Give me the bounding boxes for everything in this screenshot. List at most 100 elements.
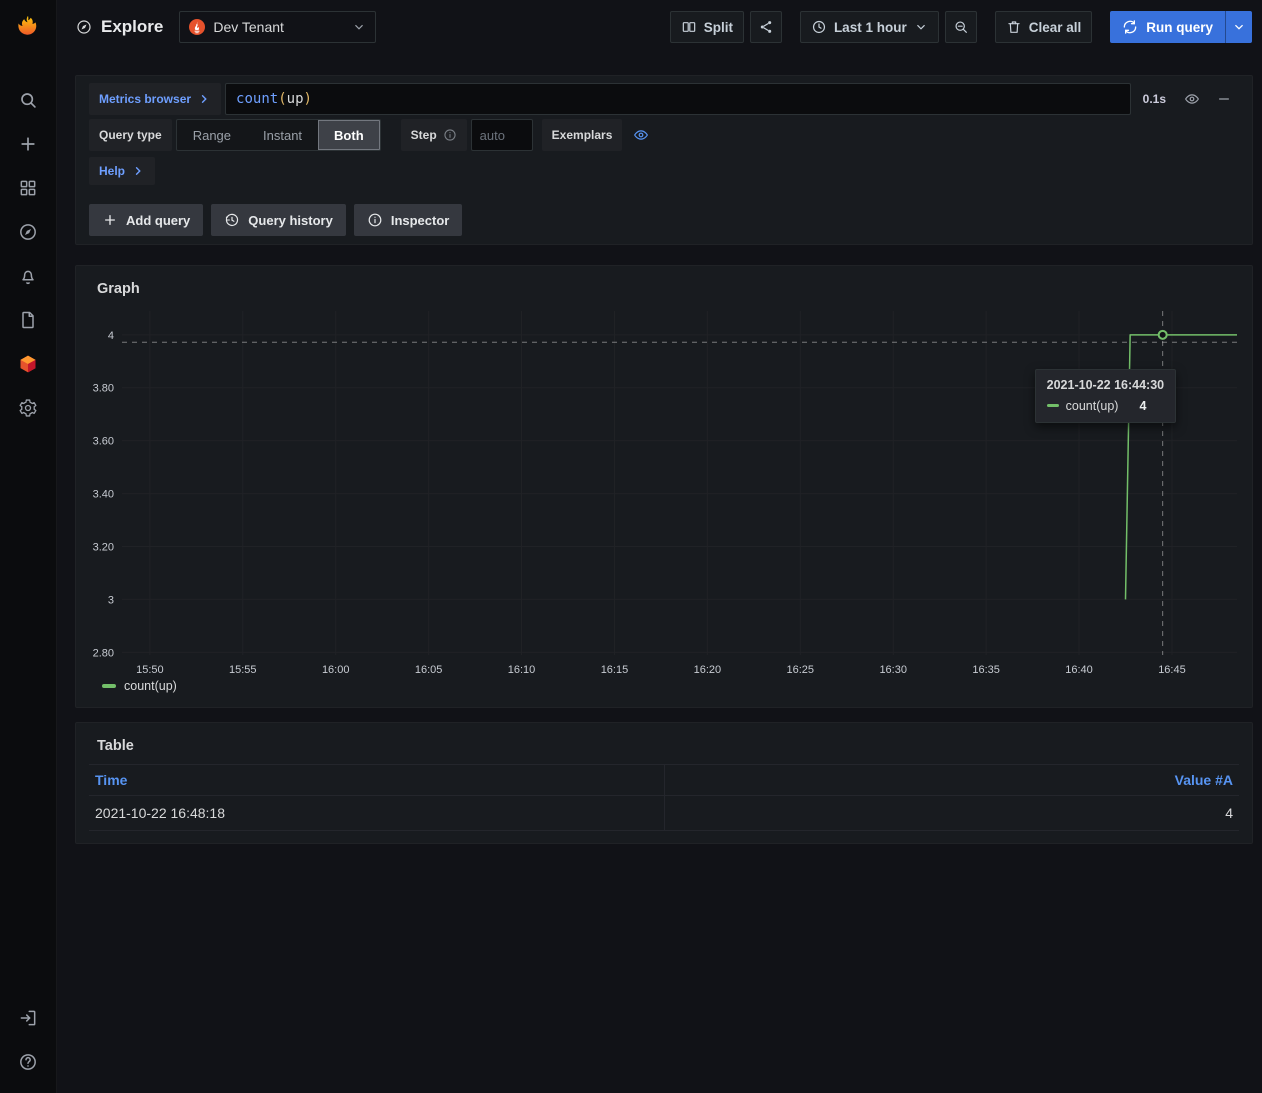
docs-file-icon[interactable]	[8, 303, 48, 337]
clear-all-label: Clear all	[1029, 20, 1082, 35]
prometheus-icon	[189, 19, 205, 35]
graph-chart: 43.803.603.403.2032.8015:5015:5516:0016:…	[88, 307, 1240, 679]
exemplars-toggle-button[interactable]	[626, 120, 656, 150]
topbar: Explore Dev Tenant Split Last 1 hour	[57, 0, 1262, 54]
table-panel: Table Time Value #A 2021-10-22 16:48:18 …	[75, 722, 1253, 844]
explore-content: Metrics browser count(up) 0.1s	[57, 54, 1262, 868]
settings-gear-icon[interactable]	[8, 391, 48, 425]
step-input[interactable]	[471, 119, 533, 151]
chevron-right-icon	[131, 164, 145, 178]
legend-series-label[interactable]: count(up)	[124, 679, 177, 693]
svg-text:16:35: 16:35	[972, 664, 1000, 676]
help-toggle-button[interactable]: Help	[89, 157, 155, 185]
eye-icon	[633, 127, 649, 143]
sidebar-bottom-icons	[8, 1001, 48, 1079]
page-title-text: Explore	[101, 17, 163, 37]
inspector-button[interactable]: Inspector	[354, 204, 463, 236]
svg-text:16:10: 16:10	[508, 664, 536, 676]
query-actions: Add query Query history Inspector	[89, 204, 1239, 236]
split-label: Split	[704, 20, 733, 35]
legend-series-swatch	[102, 684, 116, 688]
zoom-out-icon	[953, 19, 969, 35]
table-header-value[interactable]: Value #A	[664, 765, 1239, 795]
graph-canvas[interactable]: 43.803.603.403.2032.8015:5015:5516:0016:…	[88, 307, 1240, 679]
tooltip-series-name: count(up)	[1066, 399, 1119, 413]
table-header-time[interactable]: Time	[89, 765, 664, 795]
add-query-button[interactable]: Add query	[89, 204, 203, 236]
query-type-radio-group: RangeInstantBoth	[176, 119, 381, 151]
help-icon[interactable]	[8, 1045, 48, 1079]
table-cell-time: 2021-10-22 16:48:18	[89, 796, 664, 830]
metrics-browser-button[interactable]: Metrics browser	[89, 83, 221, 115]
plus-icon	[102, 212, 118, 228]
graph-legend: count(up)	[102, 679, 1252, 693]
inspector-label: Inspector	[391, 213, 450, 228]
query-exec-time: 0.1s	[1143, 92, 1166, 106]
explore-compass-icon[interactable]	[8, 215, 48, 249]
svg-text:16:05: 16:05	[415, 664, 443, 676]
time-range-label: Last 1 hour	[834, 20, 907, 35]
results-table: Time Value #A 2021-10-22 16:48:18 4	[89, 764, 1239, 831]
mimir-cube-icon[interactable]	[8, 347, 48, 381]
svg-text:15:55: 15:55	[229, 664, 257, 676]
graph-tooltip: 2021-10-22 16:44:30 count(up) 4	[1035, 369, 1176, 423]
svg-text:3.20: 3.20	[93, 542, 114, 554]
query-editor-panel: Metrics browser count(up) 0.1s	[75, 75, 1253, 245]
clock-icon	[811, 19, 827, 35]
compass-icon	[76, 19, 92, 35]
history-clock-icon	[224, 212, 240, 228]
collapse-row-button[interactable]	[1209, 84, 1239, 114]
tooltip-timestamp: 2021-10-22 16:44:30	[1047, 378, 1164, 392]
grafana-logo[interactable]	[6, 7, 50, 49]
search-icon[interactable]	[8, 83, 48, 117]
eye-icon	[1184, 91, 1200, 107]
query-options-row: Query type RangeInstantBoth Step Exempla…	[89, 119, 1239, 151]
create-plus-icon[interactable]	[8, 127, 48, 161]
svg-text:3.80: 3.80	[93, 383, 114, 395]
svg-text:3.60: 3.60	[93, 436, 114, 448]
preview-eye-button[interactable]	[1177, 84, 1207, 114]
datasource-label: Dev Tenant	[213, 19, 284, 35]
exemplars-label: Exemplars	[552, 128, 613, 142]
share-button[interactable]	[750, 11, 782, 43]
clear-all-button[interactable]: Clear all	[995, 11, 1093, 43]
run-query-caret[interactable]	[1225, 11, 1252, 43]
svg-text:16:25: 16:25	[787, 664, 815, 676]
alerting-bell-icon[interactable]	[8, 259, 48, 293]
query-history-button[interactable]: Query history	[211, 204, 346, 236]
promql-query-input[interactable]: count(up)	[225, 83, 1131, 115]
grafana-flame-icon	[13, 13, 43, 43]
dashboards-icon[interactable]	[8, 171, 48, 205]
info-circle-icon	[443, 128, 457, 142]
table-panel-title: Table	[76, 723, 1252, 754]
zoom-out-button[interactable]	[945, 11, 977, 43]
svg-text:4: 4	[108, 330, 114, 342]
run-query-button[interactable]: Run query	[1110, 11, 1252, 43]
svg-text:16:00: 16:00	[322, 664, 350, 676]
sidebar-icon-list	[8, 83, 48, 425]
chevron-right-icon	[197, 92, 211, 106]
minus-icon	[1216, 91, 1232, 107]
metrics-browser-label: Metrics browser	[99, 92, 191, 106]
split-button[interactable]: Split	[670, 11, 744, 43]
tooltip-series-value: 4	[1139, 399, 1146, 413]
query-meta: 0.1s	[1143, 84, 1239, 114]
svg-text:16:45: 16:45	[1158, 664, 1186, 676]
page-title: Explore	[76, 17, 163, 37]
topbar-actions: Split Last 1 hour Clear all Run query	[670, 11, 1252, 43]
step-label-chip: Step	[401, 119, 467, 151]
query-type-option-range[interactable]: Range	[177, 120, 247, 150]
datasource-picker[interactable]: Dev Tenant	[179, 11, 376, 43]
svg-text:16:20: 16:20	[694, 664, 722, 676]
time-range-picker[interactable]: Last 1 hour	[800, 11, 939, 43]
query-type-option-both[interactable]: Both	[318, 120, 380, 150]
table-header-row: Time Value #A	[89, 764, 1239, 796]
exemplars-label-chip: Exemplars	[542, 119, 623, 151]
sign-in-icon[interactable]	[8, 1001, 48, 1035]
svg-text:3: 3	[108, 594, 114, 606]
main-area: Explore Dev Tenant Split Last 1 hour	[57, 0, 1262, 1093]
query-type-option-instant[interactable]: Instant	[247, 120, 318, 150]
svg-text:3.40: 3.40	[93, 489, 114, 501]
promql-query-text: count(up)	[236, 91, 312, 107]
svg-text:15:50: 15:50	[136, 664, 164, 676]
